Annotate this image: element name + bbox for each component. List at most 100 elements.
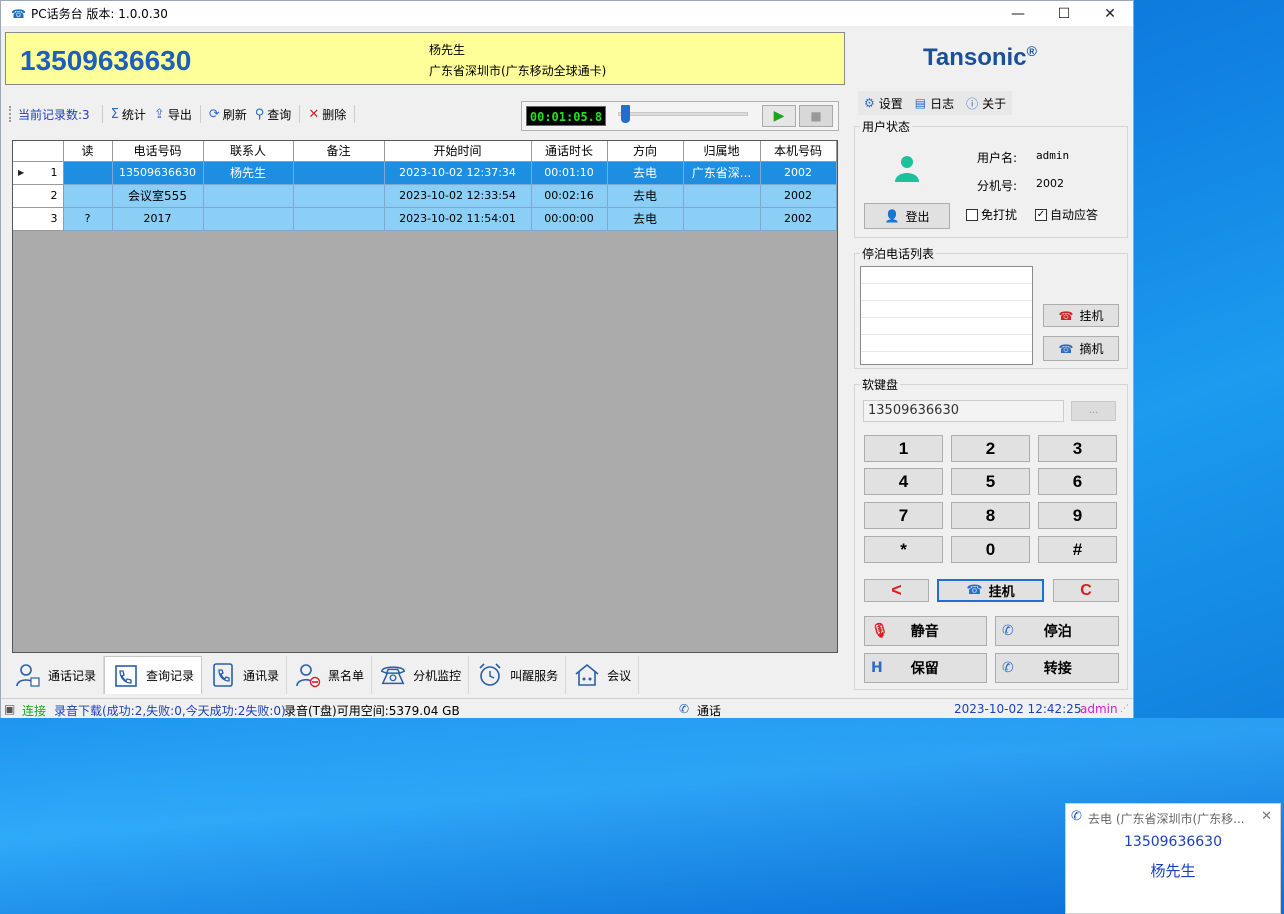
key-star[interactable]: * (864, 536, 943, 563)
status-user: admin (1080, 702, 1118, 716)
cell-note (293, 184, 385, 208)
key-3[interactable]: 3 (1038, 435, 1117, 462)
row-header-corner (13, 141, 64, 162)
auto-answer-checkbox[interactable]: ✓ 自动应答 (1035, 206, 1098, 223)
stop-icon: ■ (810, 109, 822, 123)
key-8[interactable]: 8 (951, 502, 1030, 529)
pickup-button[interactable]: ☎ 摘机 (1043, 336, 1119, 361)
column-header[interactable]: 开始时间 (384, 141, 532, 162)
call-records-grid: 读 电话号码 联系人 备注 开始时间 通话时长 方向 归属地 本机号码 ▶ 1 1… (12, 140, 838, 653)
cell-duration: 00:01:10 (531, 161, 608, 185)
column-header[interactable]: 通话时长 (531, 141, 608, 162)
tab-conference[interactable]: 会议 (566, 656, 640, 694)
tab-label: 通讯录 (243, 668, 280, 683)
popup-close-icon[interactable]: ✕ (1261, 809, 1272, 824)
query-button[interactable]: ⚲ 查询 (251, 106, 296, 123)
export-icon: ⇪ (153, 106, 165, 122)
mute-button[interactable]: 🎙 静音 (864, 616, 987, 646)
table-row[interactable]: 2 会议室555 2023-10-02 12:33:54 00:02:16 去电… (13, 184, 837, 208)
popup-number: 13509636630 (1124, 834, 1222, 850)
playback-slider-thumb[interactable] (620, 105, 630, 123)
column-header[interactable]: 方向 (607, 141, 684, 162)
recording-player: 00:01:05.8 ▶ ■ (521, 101, 839, 131)
cell-phone: 2017 (112, 207, 204, 231)
key-0[interactable]: 0 (951, 536, 1030, 563)
table-header-row: 读 电话号码 联系人 备注 开始时间 通话时长 方向 归属地 本机号码 (13, 141, 837, 162)
playback-time: 00:01:05.8 (526, 106, 606, 126)
key-2[interactable]: 2 (951, 435, 1030, 462)
delete-button[interactable]: ✕ 删除 (304, 106, 350, 123)
column-header[interactable]: 本机号码 (760, 141, 837, 162)
cell-read (63, 184, 113, 208)
row-number: ▶ 1 (13, 161, 64, 185)
clear-button[interactable]: C (1053, 579, 1119, 602)
desk-phone-icon (379, 661, 407, 689)
play-button[interactable]: ▶ (762, 105, 796, 127)
tab-extension-monitor[interactable]: 分机监控 (372, 656, 470, 694)
cell-read: ? (63, 207, 113, 231)
hold-button[interactable]: H 保留 (864, 653, 987, 683)
cell-direction: 去电 (607, 207, 684, 231)
cell-extension: 2002 (760, 161, 837, 185)
parked-calls-list[interactable] (860, 266, 1033, 365)
column-header[interactable]: 备注 (293, 141, 385, 162)
dnd-checkbox-box[interactable] (966, 208, 978, 221)
help-icon: ⓘ (966, 96, 979, 111)
dial-extra-button[interactable]: ... (1071, 401, 1116, 421)
main-hangup-button[interactable]: ☎ 挂机 (937, 579, 1044, 602)
backspace-button[interactable]: < (864, 579, 929, 602)
key-9[interactable]: 9 (1038, 502, 1117, 529)
minimize-button[interactable]: — (995, 1, 1041, 26)
cell-direction: 去电 (607, 184, 684, 208)
export-button[interactable]: ⇪ 导出 (150, 106, 196, 123)
transfer-button[interactable]: ✆ 转接 (995, 653, 1119, 683)
dnd-checkbox[interactable]: 免打扰 (966, 206, 1017, 223)
key-hash[interactable]: # (1038, 536, 1117, 563)
parked-calls-title: 停泊电话列表 (860, 245, 937, 262)
cell-location (683, 207, 761, 231)
column-header[interactable]: 电话号码 (112, 141, 204, 162)
key-6[interactable]: 6 (1038, 468, 1117, 495)
username-label: 用户名: (977, 151, 1018, 165)
resize-grip-icon[interactable]: ⋰ (1120, 704, 1129, 714)
tab-blacklist[interactable]: 黑名单 (287, 656, 373, 694)
tab-wakeup-service[interactable]: 叫醒服务 (469, 656, 567, 694)
playback-track[interactable] (618, 112, 748, 116)
park-hangup-button[interactable]: ☎ 挂机 (1043, 304, 1119, 327)
call-state-icon: ✆ (679, 702, 690, 716)
log-menu-item[interactable]: ▤ 日志 (909, 91, 960, 115)
maximize-button[interactable]: ☐ (1041, 1, 1087, 26)
settings-menu-item[interactable]: ⚙ 设置 (858, 91, 909, 115)
cell-note (293, 207, 385, 231)
cell-duration: 00:00:00 (531, 207, 608, 231)
table-row[interactable]: 3 ? 2017 2023-10-02 11:54:01 00:00:00 去电… (13, 207, 837, 231)
hangup-phone-icon: ☎ (966, 583, 983, 598)
extension-value: 2002 (1036, 177, 1064, 190)
stats-button[interactable]: Σ 统计 (107, 106, 150, 123)
about-menu-item[interactable]: ⓘ 关于 (960, 91, 1012, 115)
close-button[interactable]: ✕ (1087, 1, 1133, 26)
cell-start-time: 2023-10-02 12:37:34 (384, 161, 532, 185)
soft-keypad-title: 软键盘 (860, 376, 901, 393)
key-4[interactable]: 4 (864, 468, 943, 495)
column-header[interactable]: 联系人 (203, 141, 294, 162)
row-number: 2 (13, 184, 64, 208)
stop-button[interactable]: ■ (799, 105, 833, 127)
key-1[interactable]: 1 (864, 435, 943, 462)
dial-number-input[interactable]: 13509636630 (863, 400, 1064, 422)
refresh-button[interactable]: ⟳ 刷新 (205, 106, 251, 123)
auto-answer-checkbox-box[interactable]: ✓ (1035, 208, 1047, 221)
key-7[interactable]: 7 (864, 502, 943, 529)
key-5[interactable]: 5 (951, 468, 1030, 495)
column-header[interactable]: 读 (63, 141, 113, 162)
cell-extension: 2002 (760, 207, 837, 231)
tab-query-records[interactable]: 查询记录 (104, 656, 203, 694)
refresh-icon: ⟳ (208, 106, 220, 122)
logout-button[interactable]: 👤 登出 (864, 203, 950, 229)
pickup-phone-icon: ☎ (1058, 341, 1074, 356)
table-row[interactable]: ▶ 1 13509636630 杨先生 2023-10-02 12:37:34 0… (13, 161, 837, 185)
tab-address-book[interactable]: 通讯录 (202, 656, 288, 694)
tab-call-records[interactable]: 通话记录 (7, 656, 105, 694)
column-header[interactable]: 归属地 (683, 141, 761, 162)
park-button[interactable]: ✆ 停泊 (995, 616, 1119, 646)
